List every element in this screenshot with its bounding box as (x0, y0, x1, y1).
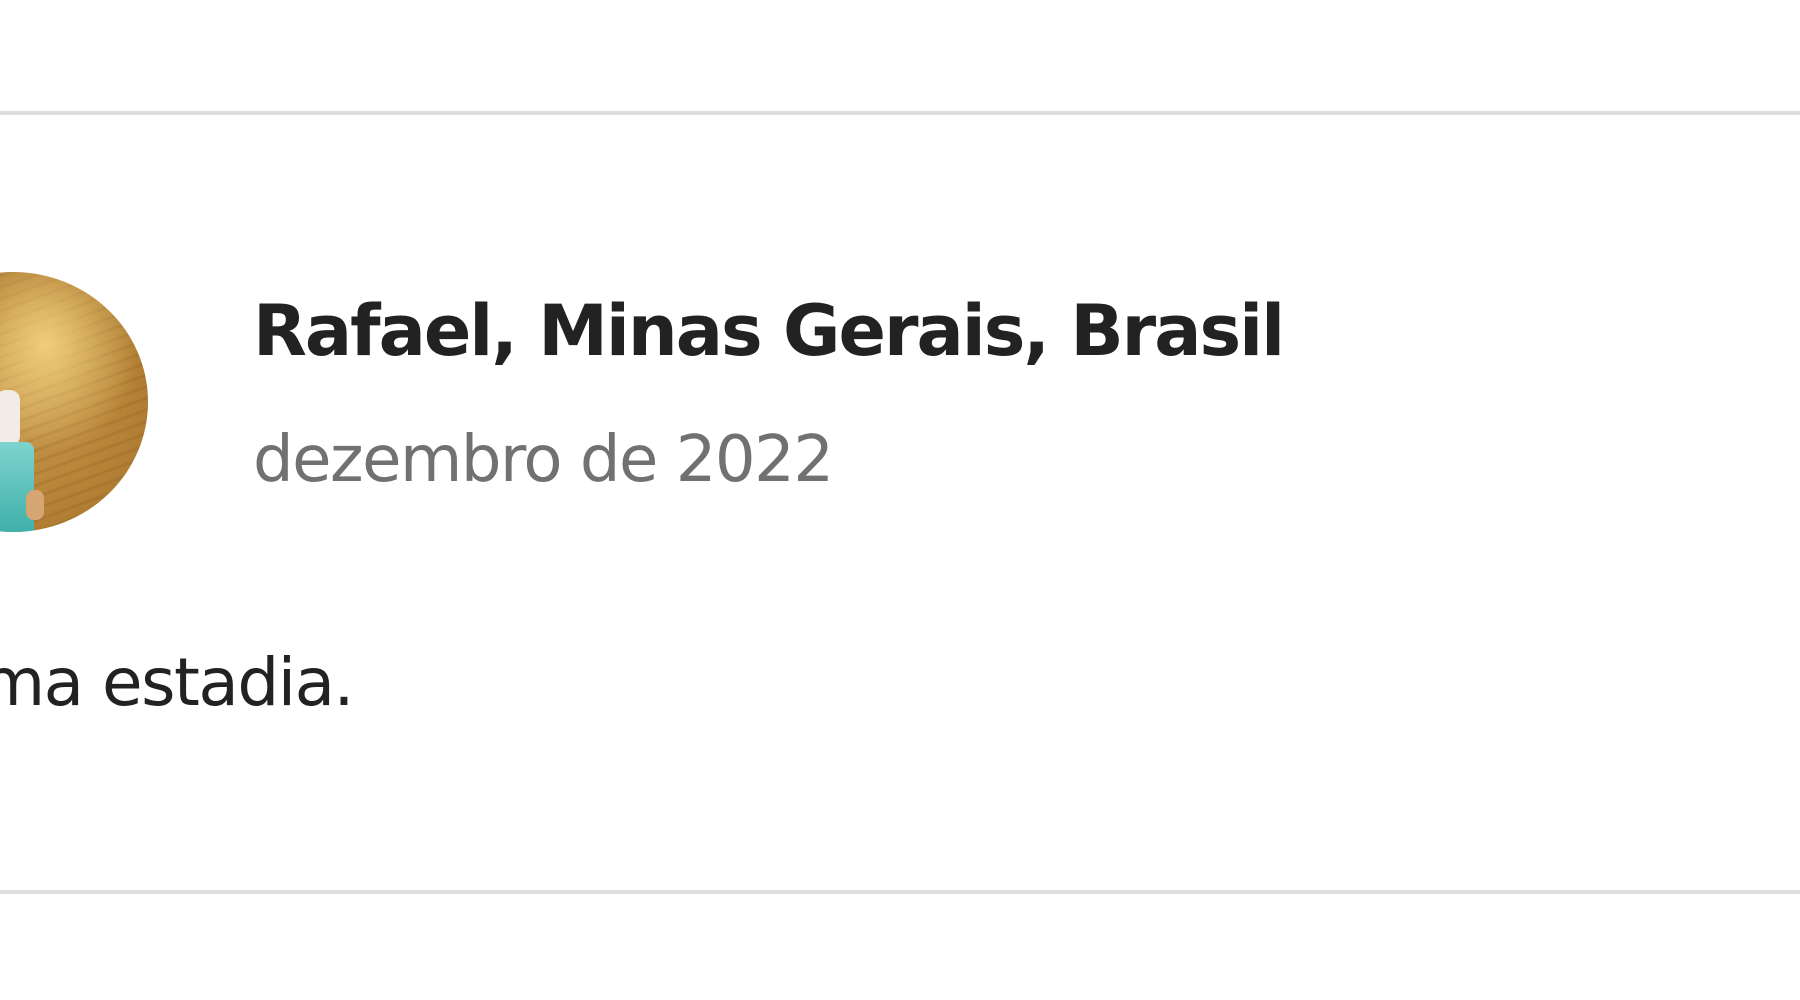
reviewer-name: Rafael, Minas Gerais, Brasil (253, 290, 1285, 372)
avatar-photo-figure (0, 390, 20, 446)
review-text: ima estadia. (0, 644, 355, 721)
avatar[interactable] (0, 272, 148, 532)
avatar-photo-figure-arm (26, 490, 44, 520)
bottom-divider (0, 890, 1800, 894)
top-divider (0, 111, 1800, 115)
review-date: dezembro de 2022 (253, 423, 834, 497)
review-card-page: Rafael, Minas Gerais, Brasil dezembro de… (0, 0, 1800, 1000)
